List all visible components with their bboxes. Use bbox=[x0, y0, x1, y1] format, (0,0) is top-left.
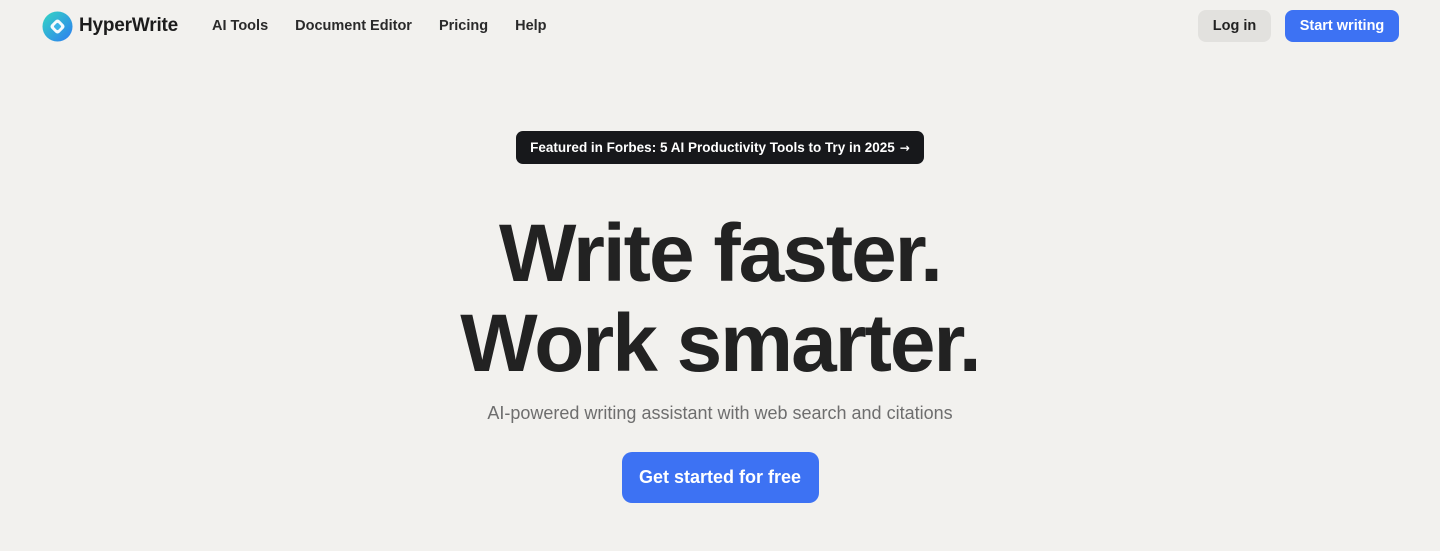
header-actions: Log in Start writing bbox=[1198, 10, 1399, 42]
nav-link-ai-tools[interactable]: AI Tools bbox=[212, 18, 268, 34]
nav-link-document-editor[interactable]: Document Editor bbox=[295, 18, 412, 34]
hero-headline: Write faster. Work smarter. bbox=[460, 208, 981, 389]
site-header: HyperWrite AI Tools Document Editor Pric… bbox=[0, 0, 1440, 52]
brand-logo-link[interactable]: HyperWrite bbox=[42, 10, 179, 42]
get-started-button[interactable]: Get started for free bbox=[621, 452, 819, 503]
nav-link-pricing[interactable]: Pricing bbox=[439, 18, 488, 34]
landing-page: HyperWrite AI Tools Document Editor Pric… bbox=[0, 0, 1440, 551]
login-button[interactable]: Log in bbox=[1198, 10, 1271, 42]
start-writing-button[interactable]: Start writing bbox=[1285, 10, 1399, 42]
headline-line-2: Work smarter. bbox=[460, 298, 981, 389]
arrow-right-icon: → bbox=[899, 140, 910, 155]
brand-name: HyperWrite bbox=[79, 15, 179, 36]
main-nav: AI Tools Document Editor Pricing Help bbox=[212, 18, 574, 34]
headline-line-1: Write faster. bbox=[499, 208, 943, 299]
hero-subheadline: AI-powered writing assistant with web se… bbox=[487, 403, 953, 423]
hyperwrite-logo-icon bbox=[42, 10, 73, 42]
forbes-feature-badge[interactable]: Featured in Forbes: 5 AI Productivity To… bbox=[516, 131, 924, 164]
hero-section: Featured in Forbes: 5 AI Productivity To… bbox=[0, 131, 1440, 503]
badge-text: Featured in Forbes: 5 AI Productivity To… bbox=[530, 140, 895, 155]
nav-link-help[interactable]: Help bbox=[515, 18, 546, 34]
